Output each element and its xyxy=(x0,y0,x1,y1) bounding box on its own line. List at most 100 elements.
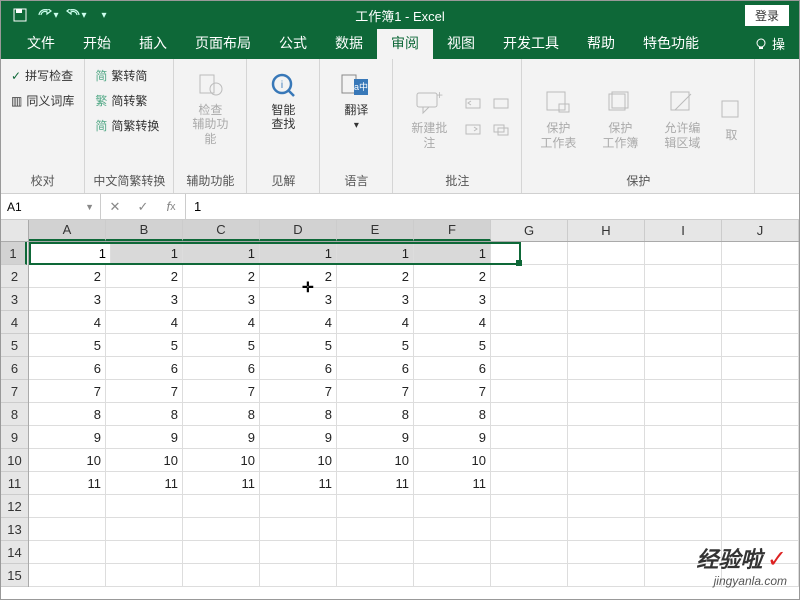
cell[interactable] xyxy=(645,380,722,403)
cell[interactable]: 3 xyxy=(183,288,260,311)
row-header[interactable]: 13 xyxy=(1,518,28,541)
cell[interactable] xyxy=(722,311,799,334)
row-header[interactable]: 3 xyxy=(1,288,28,311)
login-button[interactable]: 登录 xyxy=(745,5,789,26)
cell[interactable] xyxy=(568,541,645,564)
cell[interactable]: 9 xyxy=(106,426,183,449)
cell[interactable]: 6 xyxy=(337,357,414,380)
cell[interactable] xyxy=(568,265,645,288)
cell-grid[interactable]: 1111112222223333334444445555556666667777… xyxy=(29,242,799,600)
cell[interactable]: 7 xyxy=(414,380,491,403)
cell[interactable]: 2 xyxy=(260,265,337,288)
cell[interactable] xyxy=(491,472,568,495)
cell[interactable]: 10 xyxy=(414,449,491,472)
cell[interactable] xyxy=(183,495,260,518)
cell[interactable] xyxy=(568,311,645,334)
row-header[interactable]: 4 xyxy=(1,311,28,334)
row-header[interactable]: 11 xyxy=(1,472,28,495)
cell[interactable] xyxy=(491,334,568,357)
cell[interactable] xyxy=(183,518,260,541)
cell[interactable] xyxy=(260,518,337,541)
cell[interactable]: 7 xyxy=(183,380,260,403)
row-header[interactable]: 1 xyxy=(1,242,27,265)
name-box[interactable]: A1 ▼ xyxy=(1,194,101,219)
cell[interactable]: 10 xyxy=(106,449,183,472)
cell[interactable]: 1 xyxy=(183,242,260,265)
cell[interactable]: 9 xyxy=(183,426,260,449)
column-header[interactable]: H xyxy=(568,220,645,241)
column-header[interactable]: A xyxy=(29,220,106,241)
cell[interactable] xyxy=(568,403,645,426)
tc-to-sc-button[interactable]: 简繁转简 xyxy=(93,65,161,86)
cell[interactable] xyxy=(568,564,645,587)
cell[interactable]: 8 xyxy=(260,403,337,426)
row-header[interactable]: 2 xyxy=(1,265,28,288)
tab-insert[interactable]: 插入 xyxy=(125,27,181,59)
row-header[interactable]: 9 xyxy=(1,426,28,449)
column-header[interactable]: I xyxy=(645,220,722,241)
column-header[interactable]: C xyxy=(183,220,260,241)
cell[interactable] xyxy=(722,495,799,518)
cell[interactable] xyxy=(183,564,260,587)
cell[interactable] xyxy=(722,265,799,288)
cell[interactable]: 4 xyxy=(337,311,414,334)
cell[interactable] xyxy=(491,426,568,449)
cell[interactable]: 9 xyxy=(414,426,491,449)
cell[interactable]: 5 xyxy=(183,334,260,357)
tab-file[interactable]: 文件 xyxy=(13,27,69,59)
cell[interactable] xyxy=(29,495,106,518)
undo-button[interactable]: ▾ xyxy=(35,3,61,27)
cell[interactable] xyxy=(645,242,722,265)
cell[interactable]: 5 xyxy=(414,334,491,357)
cell[interactable] xyxy=(491,403,568,426)
cell[interactable] xyxy=(29,564,106,587)
cell[interactable] xyxy=(722,334,799,357)
cell[interactable]: 10 xyxy=(183,449,260,472)
cell[interactable]: 4 xyxy=(106,311,183,334)
cell[interactable] xyxy=(106,541,183,564)
qat-customize-button[interactable]: ▾ xyxy=(91,3,117,27)
cell[interactable] xyxy=(645,426,722,449)
cell[interactable] xyxy=(568,334,645,357)
cell[interactable]: 8 xyxy=(414,403,491,426)
tab-review[interactable]: 审阅 xyxy=(377,27,433,59)
tab-data[interactable]: 数据 xyxy=(321,27,377,59)
cell[interactable] xyxy=(491,357,568,380)
cell[interactable]: 4 xyxy=(414,311,491,334)
cell[interactable] xyxy=(645,265,722,288)
row-header[interactable]: 6 xyxy=(1,357,28,380)
tab-view[interactable]: 视图 xyxy=(433,27,489,59)
cell[interactable] xyxy=(260,541,337,564)
cell[interactable]: 1 xyxy=(106,242,183,265)
cell[interactable]: 2 xyxy=(414,265,491,288)
cell[interactable] xyxy=(568,357,645,380)
cell[interactable] xyxy=(414,495,491,518)
cell[interactable]: 8 xyxy=(183,403,260,426)
row-header[interactable]: 15 xyxy=(1,564,28,587)
cell[interactable] xyxy=(645,472,722,495)
cell[interactable] xyxy=(337,518,414,541)
cell[interactable]: 3 xyxy=(414,288,491,311)
column-header[interactable]: F xyxy=(414,220,491,241)
sc-to-tc-button[interactable]: 繁简转繁 xyxy=(93,90,161,111)
cell[interactable] xyxy=(568,472,645,495)
cell[interactable] xyxy=(722,426,799,449)
cell[interactable]: 11 xyxy=(337,472,414,495)
column-header[interactable]: B xyxy=(106,220,183,241)
cell[interactable] xyxy=(491,495,568,518)
cell[interactable] xyxy=(260,495,337,518)
row-header[interactable]: 14 xyxy=(1,541,28,564)
cell[interactable]: 6 xyxy=(106,357,183,380)
select-all-corner[interactable] xyxy=(1,220,29,242)
cell[interactable] xyxy=(337,541,414,564)
cell[interactable] xyxy=(568,242,645,265)
formula-input[interactable]: 1 xyxy=(186,194,799,219)
cell[interactable]: 3 xyxy=(106,288,183,311)
cell[interactable] xyxy=(491,311,568,334)
cell[interactable]: 11 xyxy=(183,472,260,495)
cell[interactable]: 7 xyxy=(337,380,414,403)
cell[interactable] xyxy=(106,564,183,587)
tab-layout[interactable]: 页面布局 xyxy=(181,27,265,59)
row-header[interactable]: 8 xyxy=(1,403,28,426)
redo-button[interactable]: ▾ xyxy=(63,3,89,27)
